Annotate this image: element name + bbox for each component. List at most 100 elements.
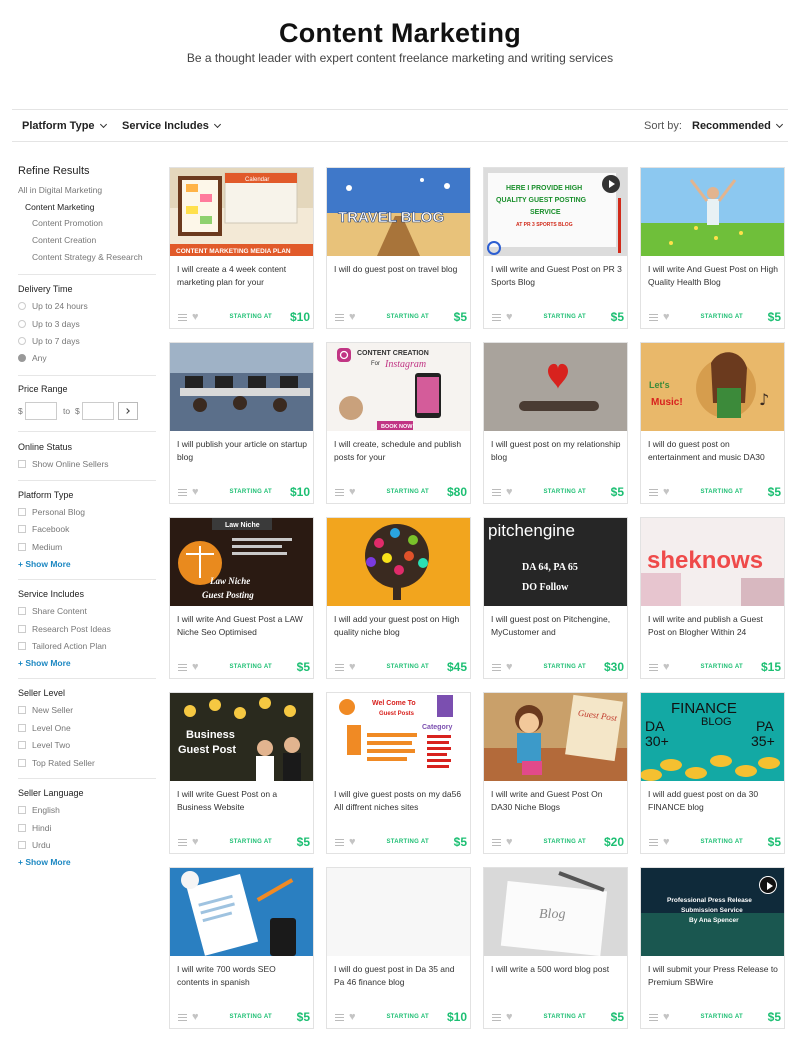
gig-card[interactable]: Law Niche Law Niche Guest Posting I will… bbox=[169, 517, 314, 679]
gig-card[interactable]: TRAVEL BLOG I will do guest post on trav… bbox=[326, 167, 471, 329]
gig-thumbnail[interactable]: Law Niche Law Niche Guest Posting bbox=[170, 518, 313, 606]
heart-icon[interactable]: ♥ bbox=[192, 836, 199, 848]
gig-title[interactable]: I will create a 4 week content marketing… bbox=[177, 263, 310, 289]
gig-title[interactable]: I will write and publish a Guest Post on… bbox=[648, 613, 781, 639]
sort-dropdown[interactable]: Recommended bbox=[692, 120, 783, 132]
seller-language-hindi[interactable]: Hindi bbox=[18, 823, 51, 833]
gig-card[interactable]: Professional Press Release Submission Se… bbox=[640, 867, 785, 1029]
menu-icon[interactable] bbox=[649, 664, 658, 671]
seller-level-one[interactable]: Level One bbox=[18, 723, 71, 733]
heart-icon[interactable]: ♥ bbox=[192, 661, 199, 673]
menu-icon[interactable] bbox=[335, 839, 344, 846]
menu-icon[interactable] bbox=[649, 489, 658, 496]
gig-thumbnail[interactable] bbox=[170, 343, 313, 431]
gig-thumbnail[interactable]: Business Guest Post bbox=[170, 693, 313, 781]
gig-title[interactable]: I will do guest post on travel blog bbox=[334, 263, 467, 289]
category-all-digital-marketing[interactable]: All in Digital Marketing bbox=[18, 185, 102, 195]
heart-icon[interactable]: ♥ bbox=[663, 661, 670, 673]
gig-thumbnail[interactable]: Calendar CONTENT MARKETING MEDIA PLAN bbox=[170, 168, 313, 256]
service-tailored-action-plan[interactable]: Tailored Action Plan bbox=[18, 641, 107, 651]
gig-title[interactable]: I will write and Guest Post on PR 3 Spor… bbox=[491, 263, 624, 289]
service-research-post-ideas[interactable]: Research Post Ideas bbox=[18, 624, 111, 634]
gig-thumbnail[interactable] bbox=[170, 868, 313, 956]
service-show-more-link[interactable]: + Show More bbox=[18, 658, 71, 668]
gig-title[interactable]: I will publish your article on startup b… bbox=[177, 438, 310, 464]
gig-thumbnail[interactable]: HERE I PROVIDE HIGH QUALITY GUEST POSTIN… bbox=[484, 168, 627, 256]
gig-card[interactable]: Business Guest Post I will write Guest P… bbox=[169, 692, 314, 854]
gig-card[interactable]: I will add your guest post on High quali… bbox=[326, 517, 471, 679]
menu-icon[interactable] bbox=[335, 1014, 344, 1021]
platform-medium[interactable]: Medium bbox=[18, 542, 62, 552]
service-includes-dropdown[interactable]: Service Includes bbox=[122, 120, 221, 132]
heart-icon[interactable]: ♥ bbox=[663, 836, 670, 848]
gig-title[interactable]: I will write 700 words SEO contents in s… bbox=[177, 963, 310, 989]
gig-thumbnail[interactable] bbox=[327, 868, 470, 956]
menu-icon[interactable] bbox=[178, 314, 187, 321]
heart-icon[interactable]: ♥ bbox=[506, 1011, 513, 1023]
menu-icon[interactable] bbox=[335, 314, 344, 321]
category-content-marketing[interactable]: Content Marketing bbox=[25, 202, 94, 212]
heart-icon[interactable]: ♥ bbox=[349, 836, 356, 848]
price-max-input[interactable] bbox=[82, 402, 114, 420]
gig-title[interactable]: I will create, schedule and publish post… bbox=[334, 438, 467, 464]
gig-card[interactable]: HERE I PROVIDE HIGH QUALITY GUEST POSTIN… bbox=[483, 167, 628, 329]
menu-icon[interactable] bbox=[178, 489, 187, 496]
menu-icon[interactable] bbox=[492, 314, 501, 321]
menu-icon[interactable] bbox=[492, 1014, 501, 1021]
gig-thumbnail[interactable]: pitchengine DA 64, PA 65 DO Follow bbox=[484, 518, 627, 606]
heart-icon[interactable]: ♥ bbox=[663, 311, 670, 323]
gig-thumbnail[interactable]: Guest Post bbox=[484, 693, 627, 781]
gig-card[interactable]: I will publish your article on startup b… bbox=[169, 342, 314, 504]
menu-icon[interactable] bbox=[649, 314, 658, 321]
gig-thumbnail[interactable] bbox=[641, 168, 784, 256]
gig-card[interactable]: Guest Post I will write and Guest Post O… bbox=[483, 692, 628, 854]
gig-thumbnail[interactable] bbox=[327, 518, 470, 606]
gig-title[interactable]: I will guest post on Pitchengine, MyCust… bbox=[491, 613, 624, 639]
platform-facebook[interactable]: Facebook bbox=[18, 524, 69, 534]
seller-level-top-rated[interactable]: Top Rated Seller bbox=[18, 758, 95, 768]
gig-title[interactable]: I will add your guest post on High quali… bbox=[334, 613, 467, 639]
gig-title[interactable]: I will write And Guest Post on High Qual… bbox=[648, 263, 781, 289]
gig-thumbnail[interactable]: Professional Press Release Submission Se… bbox=[641, 868, 784, 956]
menu-icon[interactable] bbox=[335, 489, 344, 496]
gig-card[interactable]: sheknows I will write and publish a Gues… bbox=[640, 517, 785, 679]
gig-title[interactable]: I will do guest post in Da 35 and Pa 46 … bbox=[334, 963, 467, 989]
seller-level-two[interactable]: Level Two bbox=[18, 740, 70, 750]
gig-thumbnail[interactable]: TRAVEL BLOG bbox=[327, 168, 470, 256]
platform-show-more-link[interactable]: + Show More bbox=[18, 559, 71, 569]
play-icon[interactable] bbox=[759, 876, 777, 894]
menu-icon[interactable] bbox=[492, 489, 501, 496]
gig-card[interactable]: pitchengine DA 64, PA 65 DO Follow I wil… bbox=[483, 517, 628, 679]
gig-title[interactable]: I will do guest post on entertainment an… bbox=[648, 438, 781, 464]
gig-title[interactable]: I will guest post on my relationship blo… bbox=[491, 438, 624, 464]
platform-personal-blog[interactable]: Personal Blog bbox=[18, 507, 85, 517]
gig-title[interactable]: I will submit your Press Release to Prem… bbox=[648, 963, 781, 989]
menu-icon[interactable] bbox=[649, 1014, 658, 1021]
language-show-more-link[interactable]: + Show More bbox=[18, 857, 71, 867]
heart-icon[interactable]: ♥ bbox=[663, 1011, 670, 1023]
gig-title[interactable]: I will write And Guest Post a LAW Niche … bbox=[177, 613, 310, 639]
gig-thumbnail[interactable] bbox=[484, 343, 627, 431]
gig-card[interactable]: Wel Come To Guest Posts Category I will … bbox=[326, 692, 471, 854]
gig-thumbnail[interactable]: Wel Come To Guest Posts Category bbox=[327, 693, 470, 781]
delivery-option-any[interactable]: Any bbox=[18, 353, 47, 363]
heart-icon[interactable]: ♥ bbox=[349, 311, 356, 323]
heart-icon[interactable]: ♥ bbox=[663, 486, 670, 498]
delivery-option-3d[interactable]: Up to 3 days bbox=[18, 319, 80, 329]
gig-thumbnail[interactable]: Blog bbox=[484, 868, 627, 956]
gig-card[interactable]: Let's Music! ♪ I will do guest post on e… bbox=[640, 342, 785, 504]
service-share-content[interactable]: Share Content bbox=[18, 606, 87, 616]
gig-card[interactable]: I will write 700 words SEO contents in s… bbox=[169, 867, 314, 1029]
heart-icon[interactable]: ♥ bbox=[349, 661, 356, 673]
menu-icon[interactable] bbox=[335, 664, 344, 671]
seller-language-english[interactable]: English bbox=[18, 805, 60, 815]
gig-card[interactable]: Blog I will write a 500 word blog post ♥… bbox=[483, 867, 628, 1029]
gig-thumbnail[interactable]: sheknows bbox=[641, 518, 784, 606]
show-online-sellers-checkbox[interactable]: Show Online Sellers bbox=[18, 459, 109, 469]
heart-icon[interactable]: ♥ bbox=[192, 311, 199, 323]
delivery-option-7d[interactable]: Up to 7 days bbox=[18, 336, 80, 346]
gig-card[interactable]: CONTENT CREATION For Instagram BOOK NOW!… bbox=[326, 342, 471, 504]
heart-icon[interactable]: ♥ bbox=[506, 836, 513, 848]
menu-icon[interactable] bbox=[178, 664, 187, 671]
menu-icon[interactable] bbox=[492, 664, 501, 671]
